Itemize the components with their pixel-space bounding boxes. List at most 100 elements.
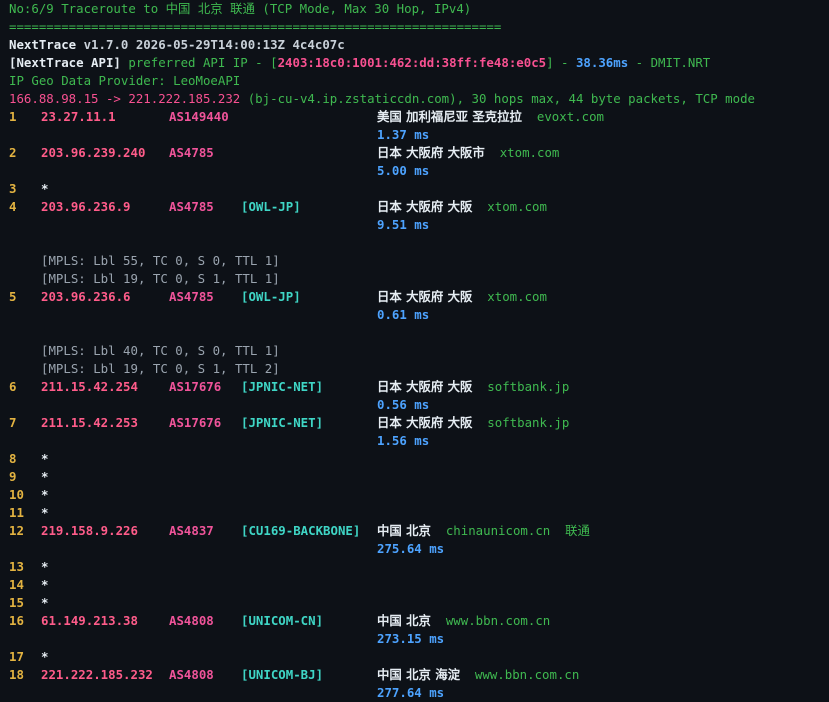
hop-domain: www.bbn.com.cn: [445, 613, 551, 628]
mpls-label: [MPLS: Lbl 55, TC 0, S 0, TTL 1]: [41, 253, 280, 268]
hop-ip: 203.96.236.6: [41, 289, 131, 304]
hop-latency-row: 0.56 ms: [9, 396, 827, 414]
api-end: - DMIT.NRT: [628, 55, 711, 70]
hop-latency: 0.61 ms: [377, 307, 430, 322]
hop-timeout: *: [41, 649, 49, 664]
hop-location: 中国 北京: [377, 523, 431, 538]
hop-row: 14 *: [9, 576, 827, 594]
app-name: NextTrace: [9, 37, 77, 52]
hop-location: 美国 加利福尼亚 圣克拉拉: [377, 109, 522, 124]
hop-timeout: *: [41, 451, 49, 466]
hop-number: 17: [9, 649, 24, 664]
route-details: (bj-cu-v4.ip.zstaticcdn.com), 30 hops ma…: [240, 91, 755, 106]
hop-row: 12 219.158.9.226 AS4837 [CU169-BACKBONE] 中国 …: [9, 522, 827, 540]
hop-domain: xtom.com: [487, 289, 547, 304]
hop-number: 7: [9, 415, 17, 430]
hop-ip: 221.222.185.232: [41, 667, 153, 682]
hop-domain: xtom.com: [487, 199, 547, 214]
hop-asn: AS17676: [169, 415, 222, 430]
hop-location: 日本 大阪府 大阪: [377, 415, 473, 430]
hop-number: 4: [9, 199, 17, 214]
hop-asn: AS4785: [169, 199, 214, 214]
hop-domain: xtom.com: [499, 145, 560, 160]
hop-geo-info: 日本 大阪府 大阪市 xtom.com: [377, 144, 559, 162]
mpls-label: [MPLS: Lbl 40, TC 0, S 0, TTL 1]: [41, 343, 280, 358]
mpls-label: [MPLS: Lbl 19, TC 0, S 1, TTL 2]: [41, 361, 280, 376]
spacer-row: [9, 324, 827, 342]
hop-asn: AS17676: [169, 379, 222, 394]
hop-row: 16 61.149.213.38 AS4808 [UNICOM-CN] 中国 北京 ww…: [9, 612, 827, 630]
hop-latency-row: 273.15 ms: [9, 630, 827, 648]
hop-timeout: *: [41, 595, 49, 610]
api-mid: preferred API IP - [: [120, 55, 278, 70]
hop-row: 9 *: [9, 468, 827, 486]
hop-row: 13 *: [9, 558, 827, 576]
hop-row: 18 221.222.185.232 AS4808 [UNICOM-BJ] 中国 北京 …: [9, 666, 827, 684]
hop-row: 10 *: [9, 486, 827, 504]
hop-number: 15: [9, 595, 24, 610]
hop-ip: 219.158.9.226: [41, 523, 138, 538]
hop-geo-info: 中国 北京 海淀 www.bbn.com.cn: [377, 666, 579, 684]
hop-latency-row: 0.61 ms: [9, 306, 827, 324]
hop-net-tag: [UNICOM-CN]: [241, 613, 324, 628]
hop-geo-info: 日本 大阪府 大阪 softbank.jp: [377, 414, 569, 432]
api-ip: 2403:18c0:1001:462:dd:38ff:fe48:e0c5: [277, 55, 547, 70]
hop-timeout: *: [41, 505, 49, 520]
spacer-row: [9, 234, 827, 252]
trace-title: No:6/9 Traceroute to 中国 北京 联通 (TCP Mode,…: [9, 1, 472, 16]
hop-latency: 275.64 ms: [377, 541, 445, 556]
route-endpoints: 166.88.98.15 -> 221.222.185.232: [9, 91, 241, 106]
hop-number: 8: [9, 451, 17, 466]
hop-asn: AS4808: [169, 613, 214, 628]
hop-row: 4 203.96.236.9 AS4785 [OWL-JP] 日本 大阪府 大阪 xto…: [9, 198, 827, 216]
hop-row: 6 211.15.42.254 AS17676 [JPNIC-NET] 日本 大阪府 大…: [9, 378, 827, 396]
hop-number: 5: [9, 289, 17, 304]
hop-latency: 277.64 ms: [377, 685, 445, 700]
hop-ip: 23.27.11.1: [41, 109, 116, 124]
hop-timeout: *: [41, 559, 49, 574]
hop-geo-info: 中国 北京 www.bbn.com.cn: [377, 612, 550, 630]
hop-location: 中国 北京: [377, 613, 431, 628]
hop-timeout: *: [41, 181, 49, 196]
hop-asn: AS4808: [169, 667, 214, 682]
hop-number: 13: [9, 559, 24, 574]
hop-latency: 5.00 ms: [377, 163, 430, 178]
hop-latency-row: 275.64 ms: [9, 540, 827, 558]
hop-timeout: *: [41, 487, 49, 502]
hop-asn: AS149440: [169, 109, 229, 124]
hop-ip: 211.15.42.254: [41, 379, 138, 394]
hop-isp: 联通: [565, 523, 590, 538]
hop-ip: 61.149.213.38: [41, 613, 138, 628]
hop-number: 2: [9, 145, 17, 160]
hop-domain: evoxt.com: [536, 109, 604, 124]
hop-number: 1: [9, 109, 17, 124]
version-line: NextTrace v1.7.0 2026-05-29T14:00:13Z 4c…: [9, 36, 827, 54]
hop-location: 日本 大阪府 大阪: [377, 379, 473, 394]
hop-row: 1 23.27.11.1 AS149440 美国 加利福尼亚 圣克拉拉 evoxt.c…: [9, 108, 827, 126]
hop-row: 5 203.96.236.6 AS4785 [OWL-JP] 日本 大阪府 大阪 xto…: [9, 288, 827, 306]
hop-location: 日本 大阪府 大阪: [377, 199, 473, 214]
hop-latency-row: 9.51 ms: [9, 216, 827, 234]
hop-latency: 1.56 ms: [377, 433, 430, 448]
api-after: ] -: [546, 55, 576, 70]
hop-latency-row: 1.56 ms: [9, 432, 827, 450]
hop-asn: AS4785: [169, 289, 214, 304]
hop-number: 12: [9, 523, 24, 538]
hop-asn: AS4785: [169, 145, 214, 160]
hop-latency: 9.51 ms: [377, 217, 430, 232]
hop-latency: 1.37 ms: [377, 127, 430, 142]
geo-provider-line: IP Geo Data Provider: LeoMoeAPI: [9, 73, 241, 88]
hop-geo-info: 美国 加利福尼亚 圣克拉拉 evoxt.com: [377, 108, 604, 126]
hop-row: 7 211.15.42.253 AS17676 [JPNIC-NET] 日本 大阪府 大…: [9, 414, 827, 432]
separator-line: ========================================…: [9, 19, 502, 34]
hop-net-tag: [JPNIC-NET]: [241, 415, 324, 430]
version-info: v1.7.0 2026-05-29T14:00:13Z 4c4c07c: [76, 37, 345, 52]
hop-latency-row: 277.64 ms: [9, 684, 827, 702]
terminal-output: No:6/9 Traceroute to 中国 北京 联通 (TCP Mode,…: [9, 0, 827, 702]
hop-domain: www.bbn.com.cn: [474, 667, 580, 682]
hop-domain: chinaunicom.cn: [445, 523, 551, 538]
hop-row: 17 *: [9, 648, 827, 666]
mpls-label: [MPLS: Lbl 19, TC 0, S 1, TTL 1]: [41, 271, 280, 286]
hop-geo-info: 日本 大阪府 大阪 softbank.jp: [377, 378, 569, 396]
hop-number: 18: [9, 667, 24, 682]
